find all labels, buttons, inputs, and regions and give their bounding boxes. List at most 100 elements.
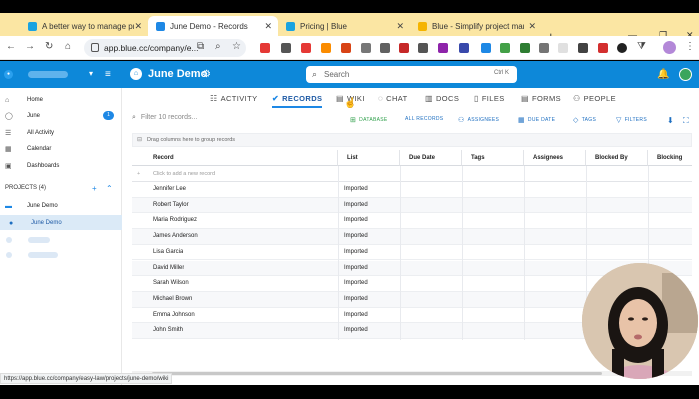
record-name[interactable]: Michael Brown bbox=[140, 292, 192, 307]
extension-icon[interactable] bbox=[399, 43, 409, 53]
install-icon[interactable]: ⧉ bbox=[197, 41, 204, 52]
tab-people[interactable]: ⚇ PEOPLE bbox=[573, 94, 616, 103]
extension-icon[interactable] bbox=[321, 43, 331, 53]
extension-icon[interactable] bbox=[281, 43, 291, 53]
reload-icon[interactable]: ↻ bbox=[45, 41, 53, 52]
column-header-list[interactable]: List bbox=[338, 150, 400, 166]
blurred-project-icon[interactable] bbox=[6, 237, 12, 243]
back-icon[interactable]: ← bbox=[6, 41, 16, 52]
tags-button[interactable]: ◇ TAGS bbox=[573, 116, 596, 124]
user-avatar[interactable] bbox=[679, 68, 692, 81]
workspace-name-blurred[interactable] bbox=[28, 71, 68, 78]
extension-icon[interactable] bbox=[500, 43, 510, 53]
close-icon[interactable]: ✕ bbox=[528, 21, 536, 32]
home-icon[interactable]: ⌂ bbox=[65, 41, 71, 52]
browser-tab[interactable]: Blue - Simplify project manage ✕ bbox=[410, 16, 542, 36]
blurred-project-name[interactable] bbox=[28, 237, 50, 243]
database-button[interactable]: ⊞ DATABASE bbox=[350, 116, 388, 124]
column-header-record[interactable]: Record bbox=[132, 150, 338, 166]
close-icon[interactable]: ✕ bbox=[396, 21, 404, 32]
bookmark-star-icon[interactable]: ☆ bbox=[232, 41, 241, 52]
browser-tab-active[interactable]: June Demo - Records ✕ bbox=[148, 16, 278, 36]
tab-records[interactable]: ✔ RECORDS bbox=[272, 94, 322, 103]
site-info-icon[interactable] bbox=[91, 43, 99, 52]
menu-toggle-icon[interactable]: ≡ bbox=[105, 69, 111, 80]
sidebar-item-dashboards[interactable]: ▣ Dashboards bbox=[0, 159, 122, 173]
record-name[interactable]: Robert Taylor bbox=[140, 198, 189, 213]
address-bar[interactable]: app.blue.cc/company/e... bbox=[84, 39, 246, 57]
extension-icon[interactable] bbox=[260, 43, 270, 53]
record-name[interactable]: Jennifer Lee bbox=[140, 182, 186, 197]
record-name[interactable]: Emma Johnson bbox=[140, 308, 195, 323]
chevron-down-icon[interactable]: ▾ bbox=[89, 69, 93, 78]
extension-icon[interactable] bbox=[617, 43, 627, 53]
close-icon[interactable]: ✕ bbox=[264, 21, 272, 32]
sidebar-project-group[interactable]: ▬ June Demo bbox=[0, 199, 122, 213]
extension-icon[interactable] bbox=[520, 43, 530, 53]
extension-icon[interactable] bbox=[438, 43, 448, 53]
sidebar-item-june[interactable]: ◯ June 1 bbox=[0, 109, 122, 123]
horizontal-scrollbar[interactable] bbox=[132, 371, 692, 376]
due-date-button[interactable]: ▦ DUE DATE bbox=[518, 116, 555, 124]
table-row[interactable]: Maria Rodriguez Imported bbox=[132, 213, 692, 230]
chevron-up-icon[interactable]: ⌃ bbox=[106, 184, 113, 193]
extensions-puzzle-icon[interactable]: ⧩ bbox=[637, 41, 646, 52]
add-record-row[interactable]: + Click to add a new record bbox=[132, 166, 692, 182]
profile-avatar[interactable] bbox=[663, 41, 676, 54]
extension-icon[interactable] bbox=[418, 43, 428, 53]
browser-tab[interactable]: Pricing | Blue ✕ bbox=[278, 16, 410, 36]
scrollbar-thumb[interactable] bbox=[152, 372, 602, 375]
sidebar-item-home[interactable]: ⌂ Home bbox=[0, 93, 122, 107]
filter-records-input[interactable]: ⌕ Filter 10 records... bbox=[132, 114, 197, 122]
browser-tab[interactable]: A better way to manage projec ✕ bbox=[20, 16, 148, 36]
table-row[interactable]: Lisa Garcia Imported bbox=[132, 245, 692, 261]
assignees-button[interactable]: ⚇ ASSIGNEES bbox=[458, 116, 499, 124]
record-name[interactable]: James Anderson bbox=[140, 229, 198, 244]
bell-icon[interactable]: 🔔 bbox=[657, 69, 669, 80]
table-row[interactable]: James Anderson Imported bbox=[132, 229, 692, 245]
column-header-blocked-by[interactable]: Blocked By bbox=[586, 150, 648, 166]
add-project-icon[interactable]: + bbox=[92, 184, 97, 193]
blurred-project-icon[interactable] bbox=[6, 252, 12, 258]
close-icon[interactable]: ✕ bbox=[134, 21, 142, 32]
extension-icon[interactable] bbox=[558, 43, 568, 53]
tab-forms[interactable]: ▤ FORMS bbox=[521, 94, 561, 103]
column-header-assignees[interactable]: Assignees bbox=[524, 150, 586, 166]
record-name[interactable]: Maria Rodriguez bbox=[140, 213, 197, 228]
sidebar-project-june-demo[interactable]: ● June Demo bbox=[0, 216, 122, 230]
extension-icon[interactable] bbox=[301, 43, 311, 53]
tab-activity[interactable]: ☷ ACTIVITY bbox=[210, 94, 258, 103]
record-name[interactable]: John Smith bbox=[140, 323, 183, 338]
filters-button[interactable]: ▽ FILTERS bbox=[616, 116, 647, 124]
record-name[interactable]: Sarah Wilson bbox=[140, 276, 189, 291]
download-icon[interactable]: ⬇ bbox=[667, 116, 674, 125]
extension-icon[interactable] bbox=[481, 43, 491, 53]
column-header-tags[interactable]: Tags bbox=[462, 150, 524, 166]
extension-icon[interactable] bbox=[459, 43, 469, 53]
workspace-icon[interactable]: ● bbox=[4, 70, 13, 79]
tab-docs[interactable]: ▥ DOCS bbox=[425, 94, 459, 103]
record-name[interactable]: Lisa Garcia bbox=[140, 245, 183, 260]
search-input[interactable]: ⌕ Search Ctrl K bbox=[306, 66, 517, 83]
column-header-blocking[interactable]: Blocking bbox=[648, 150, 692, 166]
tab-chat[interactable]: ◌ CHAT bbox=[378, 94, 408, 103]
record-name[interactable]: David Miller bbox=[140, 261, 184, 276]
gear-icon[interactable]: ⚙ bbox=[202, 69, 211, 80]
zoom-icon[interactable]: ⌕ bbox=[215, 41, 221, 52]
forward-icon[interactable]: → bbox=[25, 41, 35, 52]
group-drop-zone[interactable]: ⊟ Drag columns here to group records bbox=[132, 133, 692, 147]
blurred-project-name[interactable] bbox=[28, 252, 58, 258]
tab-files[interactable]: ▯ FILES bbox=[474, 94, 505, 103]
extension-icon[interactable] bbox=[380, 43, 390, 53]
extension-icon[interactable] bbox=[341, 43, 351, 53]
table-row[interactable]: Jennifer Lee Imported bbox=[132, 182, 692, 198]
extension-icon[interactable] bbox=[598, 43, 608, 53]
extension-icon[interactable] bbox=[578, 43, 588, 53]
sidebar-item-calendar[interactable]: ▦ Calendar bbox=[0, 142, 122, 156]
extension-icon[interactable] bbox=[539, 43, 549, 53]
microphone-extension-icon[interactable] bbox=[361, 43, 371, 53]
sidebar-item-all-activity[interactable]: ☰ All Activity bbox=[0, 126, 122, 140]
fullscreen-icon[interactable]: ⛶ bbox=[683, 116, 689, 126]
column-header-due-date[interactable]: Due Date bbox=[400, 150, 462, 166]
all-records-button[interactable]: ALL RECORDS bbox=[405, 116, 443, 122]
